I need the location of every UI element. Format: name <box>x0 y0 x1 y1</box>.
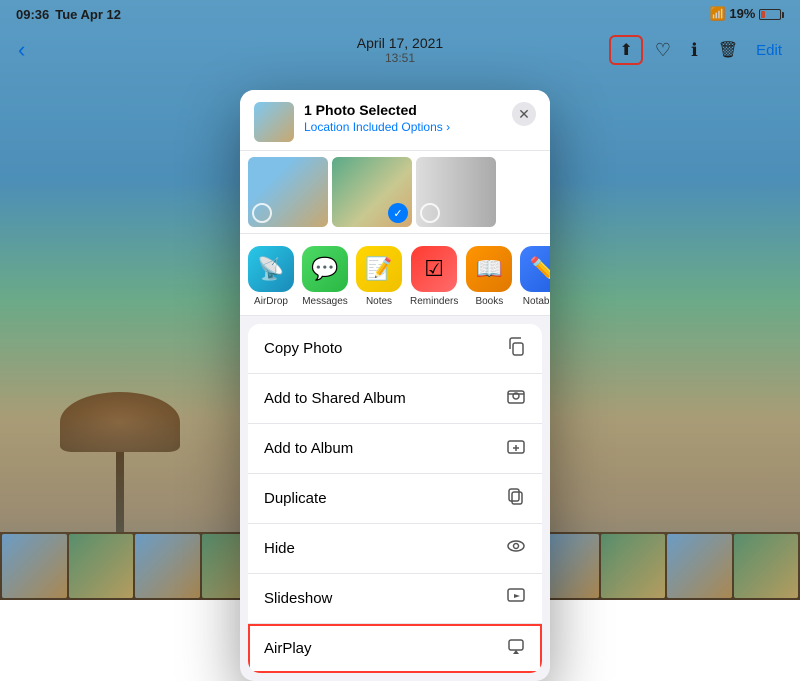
action-add-to-album[interactable]: Add to Album <box>248 424 542 474</box>
reminders-label: Reminders <box>410 296 458 307</box>
airdrop-icon: 📡 <box>248 246 294 292</box>
share-sheet: 1 Photo Selected Location Included Optio… <box>240 90 550 681</box>
notability-icon: ✏️ <box>520 246 550 292</box>
copy-photo-icon <box>506 336 526 361</box>
action-list: Copy Photo Add to Shared Album Add to Al… <box>248 324 542 673</box>
slideshow-icon <box>506 586 526 611</box>
airdrop-label: AirDrop <box>254 296 288 307</box>
sheet-header-info: 1 Photo Selected Location Included Optio… <box>304 102 502 134</box>
duplicate-icon <box>506 486 526 511</box>
messages-label: Messages <box>302 296 348 307</box>
sheet-title: 1 Photo Selected <box>304 102 502 118</box>
sheet-subtitle: Location Included Options › <box>304 120 502 134</box>
sheet-thumbnail <box>254 102 294 142</box>
action-duplicate[interactable]: Duplicate <box>248 474 542 524</box>
hide-label: Hide <box>264 540 295 557</box>
add-to-album-label: Add to Album <box>264 440 353 457</box>
sheet-close-button[interactable]: ✕ <box>512 102 536 126</box>
app-icon-airdrop[interactable]: 📡 AirDrop <box>248 246 294 307</box>
strip-photo-1 <box>248 157 328 227</box>
action-hide[interactable]: Hide <box>248 524 542 574</box>
action-add-to-shared-album[interactable]: Add to Shared Album <box>248 374 542 424</box>
copy-photo-label: Copy Photo <box>264 340 342 357</box>
app-icon-books[interactable]: 📖 Books <box>466 246 512 307</box>
reminders-icon: ☑ <box>411 246 457 292</box>
notability-label: Notability <box>523 296 550 307</box>
sheet-header: 1 Photo Selected Location Included Optio… <box>240 90 550 151</box>
slideshow-label: Slideshow <box>264 590 332 607</box>
messages-icon: 💬 <box>302 246 348 292</box>
duplicate-label: Duplicate <box>264 490 327 507</box>
action-copy-photo[interactable]: Copy Photo <box>248 324 542 374</box>
app-icon-notes[interactable]: 📝 Notes <box>356 246 402 307</box>
action-slideshow[interactable]: Slideshow <box>248 574 542 624</box>
app-icon-messages[interactable]: 💬 Messages <box>302 246 348 307</box>
notes-icon: 📝 <box>356 246 402 292</box>
strip-photo-3 <box>416 157 496 227</box>
app-icon-reminders[interactable]: ☑ Reminders <box>410 246 458 307</box>
action-airplay[interactable]: AirPlay <box>248 624 542 673</box>
airplay-icon <box>506 636 526 661</box>
app-icons-row: 📡 AirDrop 💬 Messages 📝 Notes ☑ Reminders… <box>240 234 550 316</box>
add-to-album-icon <box>506 436 526 461</box>
notes-label: Notes <box>366 296 392 307</box>
hide-icon <box>506 536 526 561</box>
books-icon: 📖 <box>466 246 512 292</box>
sheet-options[interactable]: Options › <box>401 120 450 134</box>
sheet-location: Location Included <box>304 120 398 134</box>
app-icon-notability[interactable]: ✏️ Notability <box>520 246 550 307</box>
selected-check: ✓ <box>388 203 408 223</box>
photo-strip: ✓ <box>240 151 550 234</box>
airplay-label: AirPlay <box>264 640 312 657</box>
strip-photo-2: ✓ <box>332 157 412 227</box>
add-to-shared-album-label: Add to Shared Album <box>264 390 406 407</box>
books-label: Books <box>475 296 503 307</box>
add-to-shared-album-icon <box>506 386 526 411</box>
